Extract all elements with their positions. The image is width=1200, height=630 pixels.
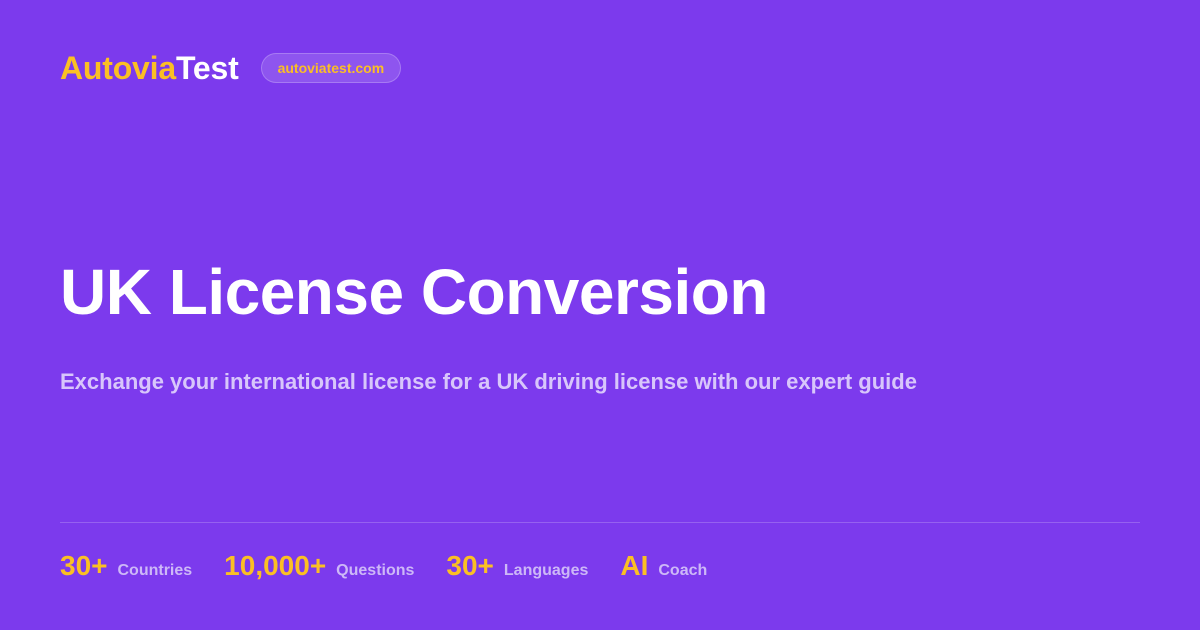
- logo-part-test: Test: [175, 50, 239, 86]
- stat-ai-coach: AI Coach: [620, 548, 707, 584]
- stat-value: 30+: [446, 550, 494, 581]
- domain-badge: autoviatest.com: [260, 53, 402, 83]
- header: AutoviaTest autoviatest.com: [60, 48, 402, 88]
- stat-value: AI: [620, 550, 649, 581]
- stat-questions: 10,000+ Questions: [224, 548, 414, 584]
- stat-languages: 30+ Languages: [446, 548, 588, 584]
- stat-countries: 30+ Countries: [60, 548, 192, 584]
- stat-label: Countries: [117, 562, 193, 579]
- stats-row: 30+ Countries 10,000+ Questions 30+ Lang…: [60, 548, 739, 584]
- stat-label: Questions: [336, 562, 415, 579]
- page-title: UK License Conversion: [60, 256, 768, 328]
- stat-value: 10,000+: [224, 550, 327, 581]
- page-subtitle: Exchange your international license for …: [60, 369, 917, 394]
- logo-part-autovia: Autovia: [60, 50, 176, 86]
- brand-logo[interactable]: AutoviaTest: [60, 48, 239, 88]
- stats-divider: [60, 522, 1140, 523]
- stat-value: 30+: [60, 550, 108, 581]
- stat-label: Languages: [503, 562, 589, 579]
- stat-label: Coach: [658, 562, 708, 579]
